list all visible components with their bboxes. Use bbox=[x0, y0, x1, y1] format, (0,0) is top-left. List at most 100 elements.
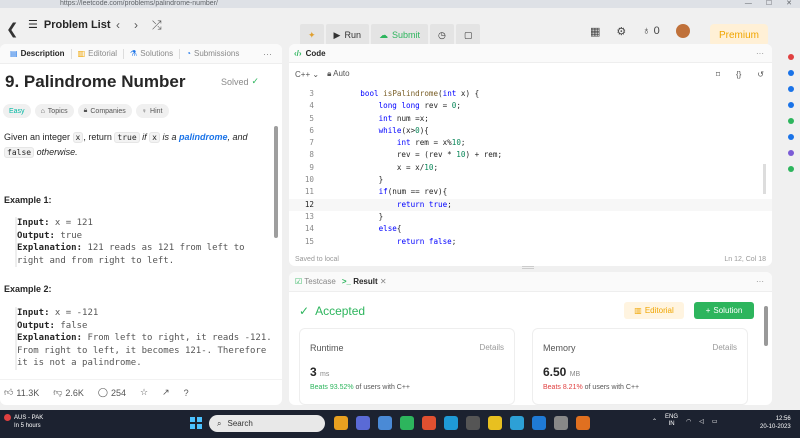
prev-problem-icon[interactable]: ‹ bbox=[116, 18, 120, 33]
code-line[interactable]: 5 int num =x; bbox=[289, 113, 772, 125]
sidebar-app-icon[interactable] bbox=[788, 70, 794, 76]
help-icon[interactable]: ? bbox=[184, 388, 189, 398]
hint-tag[interactable]: ♀ Hint bbox=[135, 104, 169, 118]
code-line[interactable]: 4 long long rev = 0; bbox=[289, 100, 772, 112]
layout-icon[interactable]: ▦ bbox=[590, 25, 600, 38]
code-line[interactable]: 10 } bbox=[289, 174, 772, 186]
tab-result[interactable]: >_ Result ✕ bbox=[342, 277, 387, 286]
wifi-icon[interactable]: ◠ bbox=[686, 418, 691, 425]
desc-text: Given an integer bbox=[4, 132, 73, 142]
tab-testcase[interactable]: ☑ Testcase bbox=[295, 277, 336, 286]
url-bar[interactable]: https://leetcode.com/problems/palindrome… bbox=[60, 0, 218, 8]
tab-description[interactable]: ▤ Description bbox=[4, 48, 72, 59]
code-line[interactable]: 13 } bbox=[289, 211, 772, 223]
memory-card[interactable]: Memory Details 6.50 MB Beats 8.21% of us… bbox=[532, 328, 748, 405]
taskbar-app-icon[interactable] bbox=[422, 416, 436, 430]
code-line[interactable]: 6 while(x>0){ bbox=[289, 125, 772, 137]
taskbar-app-icon[interactable] bbox=[444, 416, 458, 430]
taskbar-app-icon[interactable] bbox=[488, 416, 502, 430]
sidebar-app-icon[interactable] bbox=[788, 54, 794, 60]
taskbar-app-icon[interactable] bbox=[532, 416, 546, 430]
more-icon[interactable]: ··· bbox=[756, 49, 772, 58]
more-icon[interactable]: ··· bbox=[756, 277, 772, 286]
memory-details-link[interactable]: Details bbox=[713, 343, 737, 352]
problem-list-button[interactable]: ☰ Problem List bbox=[28, 18, 111, 32]
palindrome-link[interactable]: palindrome bbox=[179, 132, 228, 142]
taskbar-app-icon[interactable] bbox=[356, 416, 370, 430]
taskbar-app-icon[interactable] bbox=[400, 416, 414, 430]
windows-start-icon[interactable] bbox=[190, 417, 202, 429]
mode-select[interactable]: 🔒︎ Auto bbox=[327, 69, 350, 79]
comments-button[interactable]: ◯ 254 bbox=[98, 387, 126, 398]
tab-solutions[interactable]: ⚗ Solutions bbox=[124, 48, 181, 59]
code-line[interactable]: 7 int rem = x%10; bbox=[289, 137, 772, 149]
sidebar-app-icon[interactable] bbox=[788, 102, 794, 108]
difficulty-tag[interactable]: Easy bbox=[3, 104, 31, 118]
weather-widget[interactable]: AUS - PAK In 5 hours bbox=[4, 414, 43, 430]
taskbar-app-icon[interactable] bbox=[510, 416, 524, 430]
resize-handle[interactable] bbox=[522, 266, 534, 269]
close-icon[interactable]: ✕ bbox=[786, 0, 792, 8]
notes-button[interactable]: ▢ bbox=[455, 24, 481, 46]
shuffle-icon[interactable]: ⤮ bbox=[152, 18, 162, 33]
streak-counter[interactable]: ♁ 0 bbox=[642, 25, 659, 37]
taskbar-app-icon[interactable] bbox=[576, 416, 590, 430]
editorial-button[interactable]: ▥ Editorial bbox=[624, 302, 684, 319]
dislike-count: 2.6K bbox=[65, 387, 84, 398]
maximize-icon[interactable]: ☐ bbox=[766, 0, 772, 8]
battery-icon[interactable]: ▭ bbox=[712, 418, 718, 425]
code-line[interactable]: 12 return true; bbox=[289, 198, 772, 211]
next-problem-icon[interactable]: › bbox=[134, 18, 138, 33]
favorite-icon[interactable]: ☆ bbox=[140, 387, 148, 398]
code-line[interactable]: 8 rev = (rev * 10) + rem; bbox=[289, 149, 772, 161]
scrollbar[interactable] bbox=[764, 306, 768, 346]
premium-button[interactable]: Premium bbox=[710, 24, 768, 46]
leetcode-logo-icon[interactable]: ❮ bbox=[6, 20, 20, 38]
scrollbar[interactable] bbox=[274, 126, 278, 238]
language-select[interactable]: C++ ⌄ bbox=[295, 70, 319, 79]
bookmark-icon[interactable]: ⌑ bbox=[716, 70, 720, 79]
sidebar-app-icon[interactable] bbox=[788, 150, 794, 156]
taskbar-search[interactable]: ⌕ Search bbox=[209, 415, 325, 432]
debug-button[interactable]: ✦ bbox=[300, 24, 324, 46]
code-area[interactable]: 3 bool isPalindrome(int x) {4 long long … bbox=[289, 88, 772, 248]
sidebar-app-icon[interactable] bbox=[788, 134, 794, 140]
taskbar-app-icon[interactable] bbox=[334, 416, 348, 430]
runtime-card[interactable]: Runtime Details 3 ms Beats 93.52% of use… bbox=[299, 328, 515, 405]
tab-editorial[interactable]: ▥ Editorial bbox=[72, 48, 125, 59]
runtime-details-link[interactable]: Details bbox=[480, 343, 504, 352]
topics-tag[interactable]: ⌂ Topics bbox=[34, 104, 74, 118]
taskbar-app-icon[interactable] bbox=[554, 416, 568, 430]
dislike-button[interactable]: 👎︎ 2.6K bbox=[53, 387, 84, 398]
sidebar-app-icon[interactable] bbox=[788, 118, 794, 124]
braces-icon[interactable]: {} bbox=[736, 70, 741, 79]
reset-icon[interactable]: ↺ bbox=[757, 70, 764, 79]
volume-icon[interactable]: ◁ bbox=[699, 418, 704, 425]
close-icon[interactable]: ✕ bbox=[380, 277, 387, 286]
minimize-icon[interactable]: — bbox=[745, 0, 752, 8]
language-indicator[interactable]: ENG IN bbox=[665, 414, 678, 428]
more-icon[interactable]: ··· bbox=[263, 49, 282, 59]
clock[interactable]: 12:56 20-10-2023 bbox=[760, 415, 791, 431]
companies-tag[interactable]: 🔒︎ Companies bbox=[77, 104, 132, 118]
tab-submissions[interactable]: ◔ Submissions bbox=[180, 49, 245, 59]
solution-button[interactable]: + Solution bbox=[694, 302, 754, 319]
share-icon[interactable]: ↗ bbox=[162, 387, 170, 398]
code-line[interactable]: 14 else{ bbox=[289, 223, 772, 235]
taskbar-app-icon[interactable] bbox=[378, 416, 392, 430]
sidebar-app-icon[interactable] bbox=[788, 166, 794, 172]
like-button[interactable]: 👍︎ 11.3K bbox=[4, 387, 39, 398]
run-button[interactable]: ▶ Run bbox=[325, 24, 369, 46]
timer-button[interactable]: ◷ bbox=[430, 24, 454, 46]
sidebar-app-icon[interactable] bbox=[788, 86, 794, 92]
code-line[interactable]: 3 bool isPalindrome(int x) { bbox=[289, 88, 772, 100]
settings-icon[interactable]: ⚙ bbox=[616, 25, 626, 38]
code-line[interactable]: 11 if(num == rev){ bbox=[289, 186, 772, 198]
scrollbar[interactable] bbox=[763, 164, 766, 194]
taskbar-app-icon[interactable] bbox=[466, 416, 480, 430]
chevron-up-icon[interactable]: ⌃ bbox=[652, 418, 657, 425]
avatar[interactable] bbox=[675, 24, 690, 38]
submit-button[interactable]: ☁ Submit bbox=[370, 24, 428, 46]
code-line[interactable]: 15 return false; bbox=[289, 236, 772, 248]
code-line[interactable]: 9 x = x/10; bbox=[289, 162, 772, 174]
